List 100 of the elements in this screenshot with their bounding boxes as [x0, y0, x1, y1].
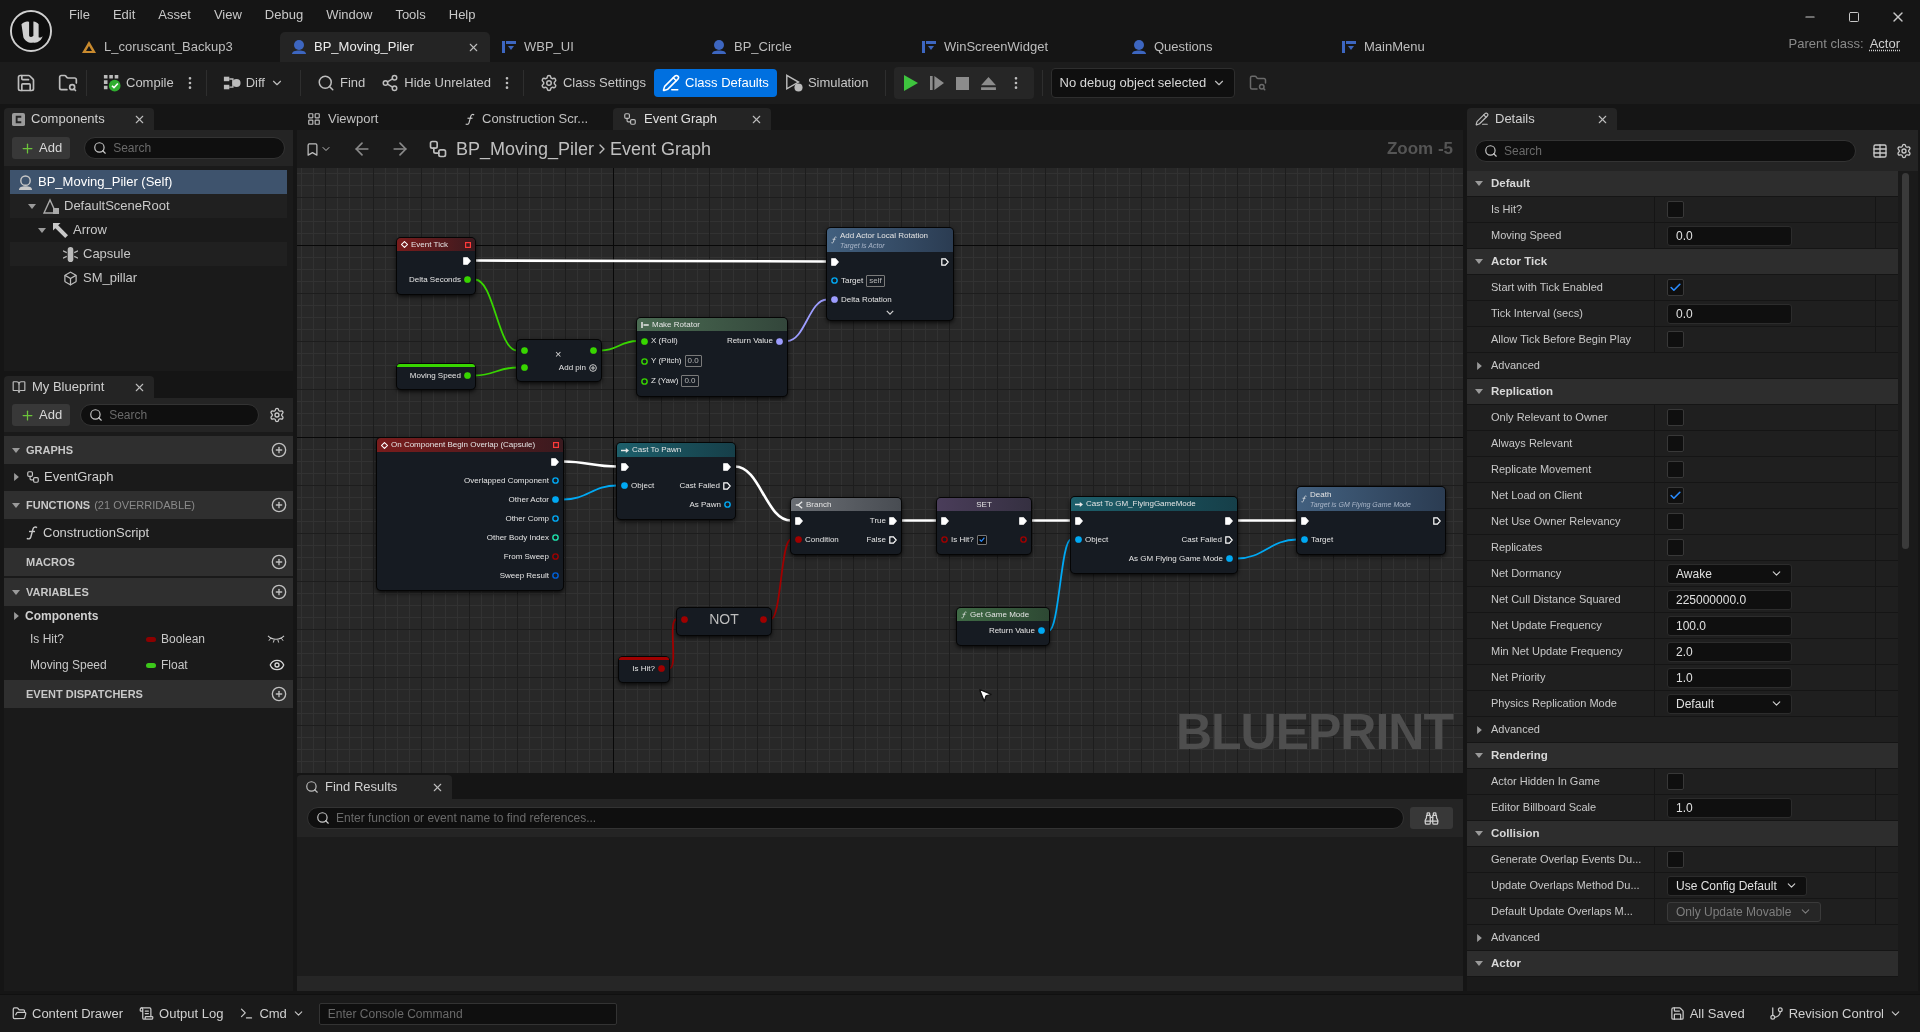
search-field[interactable]: Search	[84, 137, 285, 159]
tree-item[interactable]: SM_pillar	[10, 266, 287, 290]
exec-pin-icon[interactable]	[551, 457, 559, 466]
exec-pin-icon[interactable]	[723, 481, 731, 490]
number-field[interactable]: 2.0	[1667, 641, 1792, 662]
exec-pin-icon[interactable]	[941, 516, 949, 525]
pin-value-field[interactable]: 0.0	[684, 355, 702, 367]
panel-tab[interactable]: Find Results	[297, 775, 452, 799]
parent-class-link[interactable]: Actor	[1869, 33, 1900, 53]
pin-value-field[interactable]: self	[866, 274, 885, 287]
section-header[interactable]: Replication	[1467, 379, 1898, 405]
table-icon[interactable]	[1872, 142, 1888, 159]
scrollbar-thumb[interactable]	[1902, 173, 1909, 549]
variable-name[interactable]: Is Hit?	[30, 630, 146, 648]
exec-pin-icon[interactable]	[889, 516, 897, 525]
data-pin-icon[interactable]	[521, 347, 528, 354]
data-pin-icon[interactable]	[552, 496, 559, 503]
tree-item[interactable]: BP_Moving_Piler (Self)	[10, 170, 287, 194]
exec-pin-icon[interactable]	[1075, 516, 1083, 525]
blueprint-node[interactable]: SET Is Hit?	[937, 498, 1031, 554]
caret-right-icon[interactable]	[13, 612, 19, 620]
compile-button[interactable]: Compile	[95, 69, 182, 97]
settings-icon[interactable]	[269, 407, 285, 423]
checkbox[interactable]	[976, 534, 987, 545]
section-header[interactable]: Default	[1467, 171, 1898, 197]
checkbox[interactable]	[1667, 539, 1684, 556]
blueprint-node[interactable]: Branch True Condition False	[791, 498, 901, 554]
data-pin-icon[interactable]	[1038, 627, 1045, 634]
checkbox[interactable]	[1667, 773, 1684, 790]
debug-object-dropdown[interactable]: No debug object selected	[1050, 68, 1236, 98]
document-tab[interactable]: Questions	[1120, 32, 1330, 62]
panel-tab[interactable]: My Blueprint	[4, 376, 154, 398]
data-pin-icon[interactable]	[641, 337, 648, 345]
data-pin-icon[interactable]	[776, 337, 783, 345]
pin-value-field[interactable]: 0.0	[681, 375, 699, 387]
blueprint-node[interactable]: Make Rotator X (Roll) Return Value Y (Pitch) 0.0 Z (Yaw) 0.0	[637, 318, 787, 396]
checkbox[interactable]	[1667, 851, 1684, 868]
search-field[interactable]: Enter function or event name to find references...	[307, 807, 1404, 829]
data-pin-icon[interactable]	[641, 357, 648, 365]
number-field[interactable]: 100.0	[1667, 615, 1792, 636]
breadcrumb-item[interactable]: BP_Moving_Piler	[456, 135, 595, 163]
blueprint-node[interactable]: Cast To Pawn Object Cast Failed As Pawn	[617, 443, 735, 519]
document-tab[interactable]: WinScreenWidget	[910, 32, 1120, 62]
caret-down-icon[interactable]	[38, 227, 46, 233]
variable-name[interactable]: Moving Speed	[30, 656, 146, 674]
square-pin-icon[interactable]	[553, 442, 559, 448]
menu-item[interactable]: Asset	[157, 5, 192, 25]
graph-item[interactable]: EventGraph	[4, 464, 293, 489]
search-field[interactable]: Search	[80, 404, 259, 426]
caret-right-icon[interactable]	[1476, 361, 1482, 370]
data-pin-icon[interactable]	[464, 276, 471, 283]
console-input[interactable]: Enter Console Command	[318, 1002, 617, 1025]
section-header[interactable]: GRAPHS	[4, 436, 293, 464]
add-icon[interactable]	[271, 497, 287, 513]
eye-icon[interactable]	[269, 657, 285, 673]
graph-tab[interactable]: Event Graph	[613, 108, 771, 130]
add-icon[interactable]	[271, 554, 287, 570]
section-header[interactable]: Actor Tick	[1467, 249, 1898, 275]
blueprint-node[interactable]: Is Hit?	[619, 657, 669, 682]
dropdown[interactable]: Use Config Default	[1667, 875, 1807, 896]
data-pin-icon[interactable]	[1301, 536, 1308, 543]
status-bar-button[interactable]: Cmd	[231, 1000, 313, 1027]
exec-pin-icon[interactable]	[795, 516, 803, 525]
checkbox[interactable]	[1667, 461, 1684, 478]
add-button[interactable]: Add	[12, 404, 71, 426]
tree-item[interactable]: Arrow	[10, 218, 287, 242]
checkbox[interactable]	[1667, 201, 1684, 218]
menu-item[interactable]: Debug	[263, 5, 305, 25]
caret-down-icon[interactable]	[1475, 753, 1483, 758]
search-field[interactable]: Search	[1475, 139, 1856, 162]
app-logo[interactable]	[10, 10, 52, 52]
section-header[interactable]: MACROS	[4, 548, 293, 576]
status-bar-button[interactable]: Revision Control	[1760, 1000, 1910, 1027]
section-header[interactable]: Collision	[1467, 821, 1898, 847]
class-defaults-button[interactable]: Class Defaults	[654, 69, 777, 97]
data-pin-icon[interactable]	[621, 482, 628, 489]
dropdown[interactable]: Awake	[1667, 563, 1792, 584]
find-button[interactable]: Find	[308, 69, 374, 97]
caret-down-icon[interactable]	[1475, 389, 1483, 394]
blueprint-node[interactable]: Cast To GM_FlyingGameMode Object Cast Failed As GM Flying Game Mode	[1071, 497, 1237, 573]
graph-tab[interactable]: Construction Scr...	[455, 108, 613, 130]
data-pin-icon[interactable]	[521, 364, 528, 371]
graph-tab[interactable]: Viewport	[297, 108, 455, 130]
exec-pin-icon[interactable]	[1225, 516, 1233, 525]
group-label[interactable]: Advanced	[1491, 357, 1540, 374]
square-pin-icon[interactable]	[465, 241, 471, 248]
data-pin-icon[interactable]	[552, 477, 559, 484]
folder-search-icon[interactable]	[58, 73, 78, 93]
add-icon[interactable]	[271, 442, 287, 458]
panel-tab[interactable]: Components	[4, 108, 154, 130]
add-button[interactable]: Add	[12, 137, 71, 159]
document-tab[interactable]: L_coruscant_Backup3	[70, 32, 280, 62]
status-bar-button[interactable]: All Saved	[1661, 1000, 1753, 1027]
category-item[interactable]: Components	[4, 606, 293, 626]
class-settings-button[interactable]: Class Settings	[531, 69, 655, 97]
menu-item[interactable]: Help	[447, 5, 477, 25]
chevron-down-icon[interactable]	[886, 309, 894, 315]
caret-down-icon[interactable]	[12, 589, 20, 595]
data-pin-icon[interactable]	[552, 515, 559, 522]
save-icon[interactable]	[16, 73, 36, 93]
